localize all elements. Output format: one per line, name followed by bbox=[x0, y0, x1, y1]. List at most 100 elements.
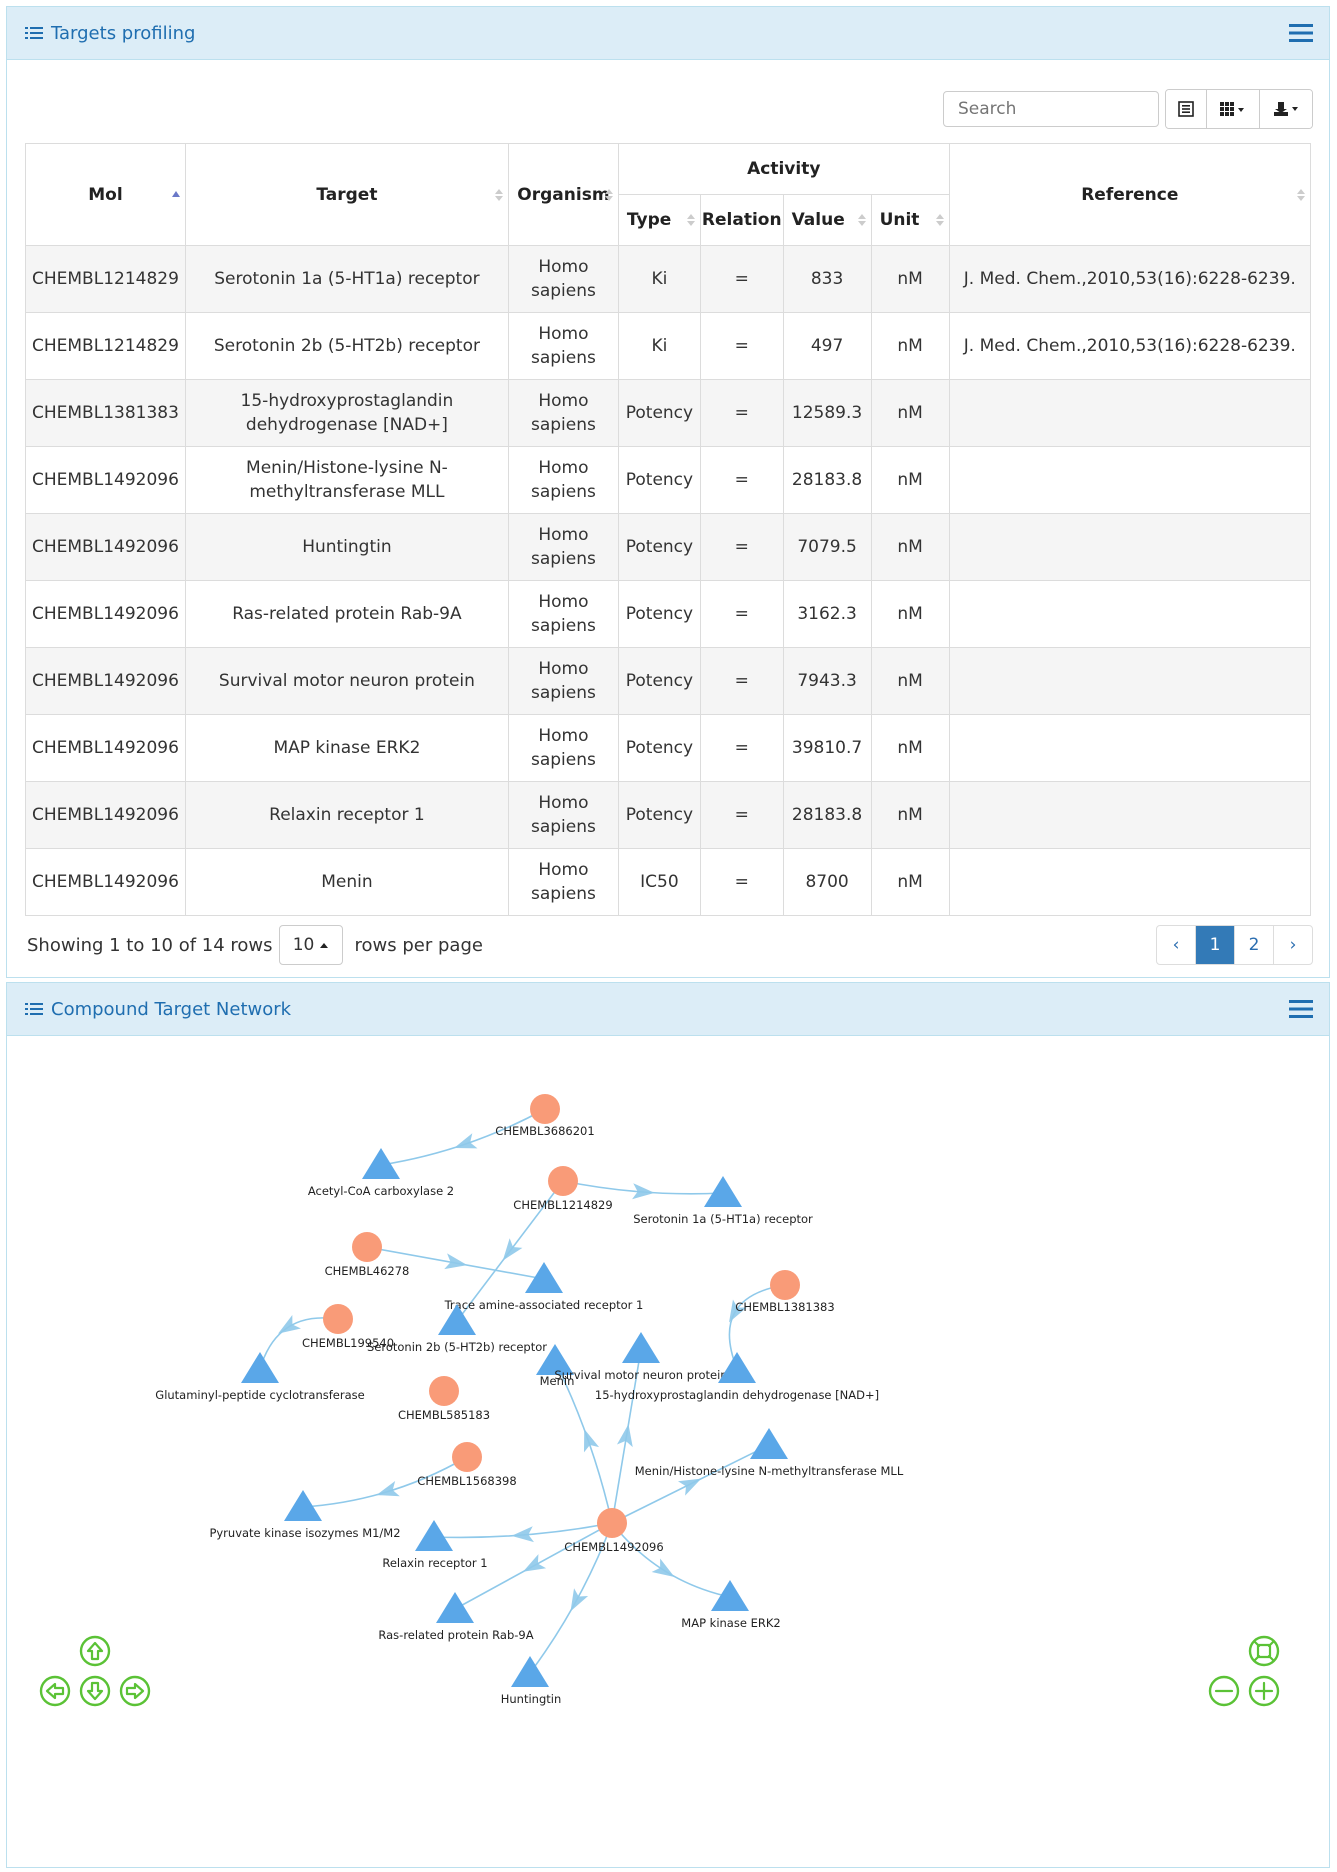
hamburger-menu-icon[interactable] bbox=[1287, 997, 1315, 1021]
table-row: CHEMBL1492096 Relaxin receptor 1 Homo sapi… bbox=[25, 781, 1312, 849]
cell-reference bbox=[948, 647, 1312, 715]
table-toolbar bbox=[943, 89, 1313, 129]
header-label: Relation bbox=[701, 210, 782, 230]
cell-relation: = bbox=[699, 446, 784, 514]
cell-type: Potency bbox=[617, 446, 701, 514]
cell-value: 7943.3 bbox=[782, 647, 872, 715]
compound-label: CHEMBL3686201 bbox=[495, 1124, 594, 1138]
cell-organism: Homo sapiens bbox=[507, 848, 619, 916]
target-node[interactable] bbox=[711, 1580, 749, 1611]
compound-node[interactable] bbox=[352, 1232, 382, 1262]
table-row: CHEMBL1492096 MAP kinase ERK2 Homo sapiens… bbox=[25, 714, 1312, 782]
rows-per-page-select[interactable]: 10 bbox=[278, 925, 343, 965]
edge-arrow-icon bbox=[522, 1554, 547, 1572]
search-input[interactable] bbox=[943, 91, 1159, 127]
table-row: CHEMBL1214829 Serotonin 1a (5-HT1a) recep… bbox=[25, 245, 1312, 313]
cell-reference bbox=[948, 848, 1312, 916]
target-label: Trace amine-associated receptor 1 bbox=[444, 1298, 644, 1312]
cell-target: Relaxin receptor 1 bbox=[184, 781, 509, 849]
pagination: ‹ 1 2 › bbox=[1156, 925, 1313, 965]
pan-right-icon[interactable] bbox=[119, 1675, 151, 1707]
cell-unit: nM bbox=[870, 513, 950, 581]
cell-value: 3162.3 bbox=[782, 580, 872, 648]
cell-mol: CHEMBL1492096 bbox=[25, 446, 186, 514]
next-page-button[interactable]: › bbox=[1273, 926, 1312, 964]
compound-node[interactable] bbox=[548, 1166, 578, 1196]
column-header-relation[interactable]: Relation bbox=[699, 194, 784, 246]
target-node[interactable] bbox=[525, 1262, 563, 1293]
column-header-reference[interactable]: Reference bbox=[948, 143, 1312, 246]
compound-node[interactable] bbox=[323, 1304, 353, 1334]
column-header-organism[interactable]: Organism bbox=[507, 143, 619, 246]
cell-relation: = bbox=[699, 245, 784, 313]
toolbar-button-group bbox=[1165, 89, 1313, 129]
columns-button[interactable] bbox=[1206, 90, 1259, 128]
zoom-in-icon[interactable] bbox=[1248, 1675, 1280, 1707]
export-button[interactable] bbox=[1259, 90, 1312, 128]
compound-node[interactable] bbox=[530, 1094, 560, 1124]
sort-icon bbox=[686, 214, 695, 226]
cell-type: Potency bbox=[617, 379, 701, 447]
page-button-2[interactable]: 2 bbox=[1234, 926, 1273, 964]
cell-unit: nM bbox=[870, 714, 950, 782]
cell-value: 28183.8 bbox=[782, 781, 872, 849]
target-label: Huntingtin bbox=[501, 1692, 562, 1706]
cell-mol: CHEMBL1214829 bbox=[25, 312, 186, 380]
target-node[interactable] bbox=[415, 1520, 453, 1551]
target-label: Acetyl-CoA carboxylase 2 bbox=[308, 1184, 454, 1198]
pan-up-icon[interactable] bbox=[79, 1635, 111, 1667]
compound-target-network-panel: Compound Target Network Acetyl-CoA carbo… bbox=[6, 982, 1330, 1868]
panel-title: Targets profiling bbox=[51, 22, 196, 44]
target-node[interactable] bbox=[750, 1428, 788, 1459]
control-ring bbox=[1248, 1635, 1280, 1667]
zoom-out-icon[interactable] bbox=[1208, 1675, 1240, 1707]
cell-relation: = bbox=[699, 513, 784, 581]
cell-reference bbox=[948, 379, 1312, 447]
header-label: Organism bbox=[517, 184, 610, 205]
column-header-mol[interactable]: Mol bbox=[25, 143, 186, 246]
target-label: 15-hydroxyprostaglandin dehydrogenase [N… bbox=[595, 1388, 879, 1402]
compound-node[interactable] bbox=[770, 1270, 800, 1300]
header-label: Unit bbox=[879, 210, 920, 230]
list-icon bbox=[25, 27, 43, 39]
target-node[interactable] bbox=[436, 1592, 474, 1623]
compound-node[interactable] bbox=[452, 1442, 482, 1472]
fit-view-icon[interactable] bbox=[1248, 1635, 1280, 1667]
cell-organism: Homo sapiens bbox=[507, 379, 619, 447]
pagination-info: Showing 1 to 10 of 14 rows bbox=[27, 934, 273, 956]
target-label: Relaxin receptor 1 bbox=[382, 1556, 487, 1570]
page-button-1[interactable]: 1 bbox=[1195, 926, 1234, 964]
header-label: Value bbox=[791, 210, 845, 230]
sort-icon bbox=[935, 214, 944, 226]
network-graph[interactable]: Acetyl-CoA carboxylase 2 Serotonin 1a (5-… bbox=[7, 1037, 1329, 1867]
target-node[interactable] bbox=[241, 1352, 279, 1383]
column-header-unit[interactable]: Unit bbox=[870, 194, 950, 246]
cell-target: 15-hydroxyprostaglandin dehydrogenase [N… bbox=[184, 379, 509, 447]
toggle-view-button[interactable] bbox=[1166, 90, 1206, 128]
edge-arrow-icon bbox=[502, 1238, 523, 1261]
target-label: Ras-related protein Rab-9A bbox=[378, 1628, 533, 1642]
cell-mol: CHEMBL1492096 bbox=[25, 513, 186, 581]
column-header-target[interactable]: Target bbox=[184, 143, 509, 246]
cell-organism: Homo sapiens bbox=[507, 513, 619, 581]
compound-node[interactable] bbox=[429, 1376, 459, 1406]
pan-left-icon[interactable] bbox=[39, 1675, 71, 1707]
control-ring bbox=[79, 1635, 111, 1667]
column-header-activity: Activity bbox=[617, 143, 950, 195]
compound-label: CHEMBL1568398 bbox=[417, 1474, 516, 1488]
target-node[interactable] bbox=[511, 1656, 549, 1687]
column-header-type[interactable]: Type bbox=[617, 194, 701, 246]
column-header-value[interactable]: Value bbox=[782, 194, 872, 246]
target-node[interactable] bbox=[704, 1176, 742, 1207]
sort-icon bbox=[857, 214, 866, 226]
cell-organism: Homo sapiens bbox=[507, 781, 619, 849]
edge-arrow-icon bbox=[651, 1558, 675, 1577]
compound-label: CHEMBL199540 bbox=[302, 1336, 394, 1350]
cell-reference: J. Med. Chem.,2010,53(16):6228-6239. bbox=[948, 312, 1312, 380]
compound-node[interactable] bbox=[597, 1508, 627, 1538]
prev-page-button[interactable]: ‹ bbox=[1157, 926, 1195, 964]
target-node[interactable] bbox=[622, 1332, 660, 1363]
hamburger-menu-icon[interactable] bbox=[1287, 21, 1315, 45]
pan-down-icon[interactable] bbox=[79, 1675, 111, 1707]
cell-reference bbox=[948, 513, 1312, 581]
